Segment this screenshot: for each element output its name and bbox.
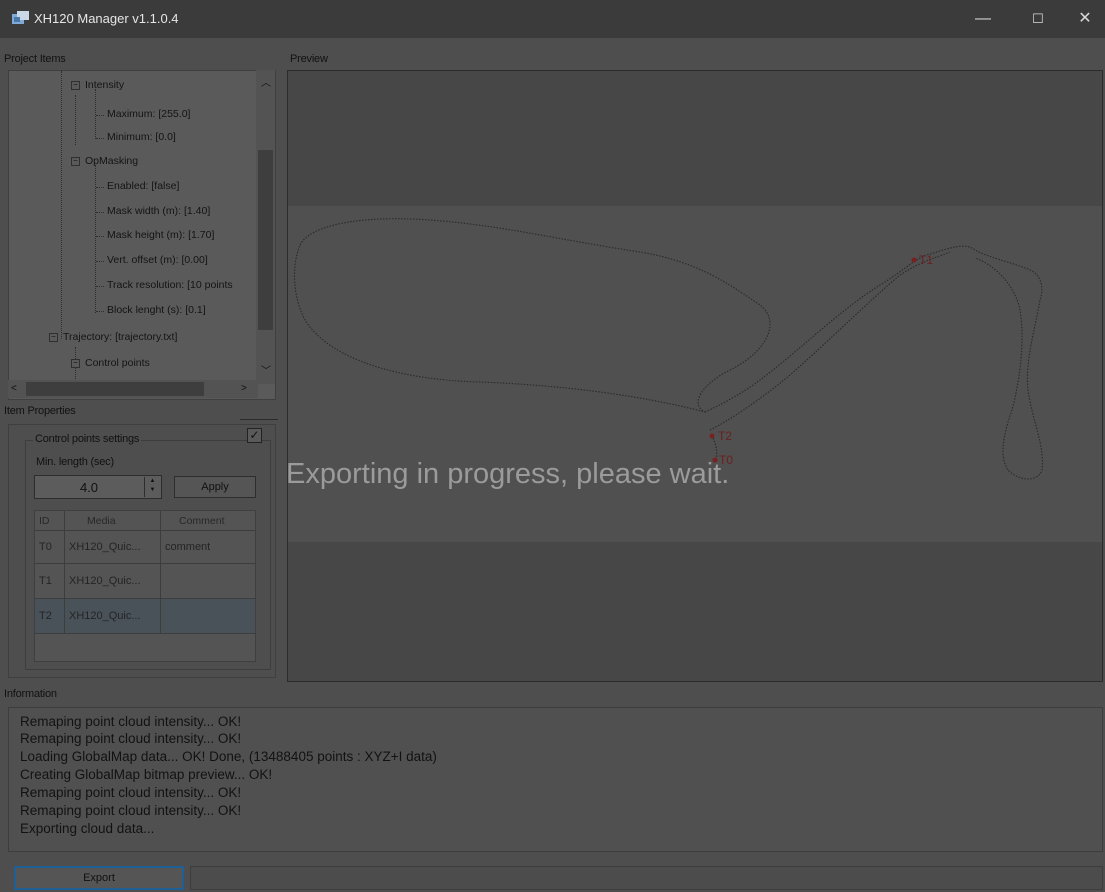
trajectory-path-south <box>712 437 718 461</box>
control-point-marker[interactable] <box>709 433 715 439</box>
log-line: Remaping point cloud intensity... OK! <box>20 803 242 818</box>
status-bar <box>190 866 1103 890</box>
control-point-marker[interactable] <box>911 257 917 263</box>
log-line: Remaping point cloud intensity... OK! <box>20 731 242 746</box>
export-button[interactable]: Export <box>14 866 184 890</box>
control-point-label-t2[interactable]: T2 <box>718 429 732 443</box>
log-line: Remaping point cloud intensity... OK! <box>20 785 242 800</box>
log-line: Remaping point cloud intensity... OK! <box>20 714 242 729</box>
log-line: Exporting cloud data... <box>20 821 155 836</box>
trajectory-path-east <box>704 245 1043 480</box>
export-progress-message: Exporting in progress, please wait. <box>286 458 730 490</box>
trajectory-loop-left <box>293 218 771 413</box>
control-point-label-t1[interactable]: T1 <box>919 253 933 267</box>
log-line: Creating GlobalMap bitmap preview... OK! <box>20 767 273 782</box>
information-label: Information <box>4 688 57 700</box>
trajectory-path-return <box>709 251 951 431</box>
log-line: Loading GlobalMap data... OK! Done, (134… <box>20 749 437 764</box>
information-log[interactable]: Remaping point cloud intensity... OK! Re… <box>8 707 1103 852</box>
